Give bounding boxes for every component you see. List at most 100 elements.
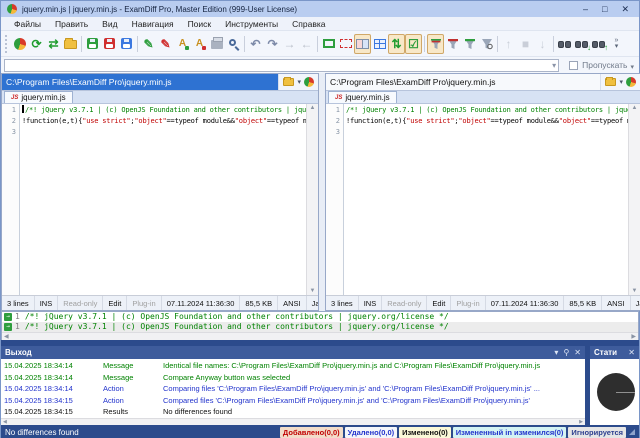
scroll-down-icon: ▼ (310, 288, 316, 294)
filter-added-button[interactable] (461, 34, 478, 54)
current-diff-button[interactable]: ■ (517, 34, 534, 54)
inspector-row[interactable]: →1/*! jQuery v3.7.1 | (c) OpenJS Foundat… (2, 312, 638, 322)
table-view-button[interactable] (371, 34, 388, 54)
output-menu-icon[interactable]: ▾ (554, 348, 558, 357)
go-forward-button[interactable]: → (281, 34, 298, 54)
show-first-pane-button[interactable] (320, 34, 337, 54)
menu-item-5[interactable]: Инструменты (218, 19, 285, 29)
filter-bar: ▾ Пропускать ▾ (1, 57, 639, 73)
status-item-1: INS (359, 296, 383, 310)
log-row[interactable]: 15.04.2025 18:34:14MessageCompare Anyway… (1, 372, 585, 384)
go-back-button[interactable]: ← (298, 34, 315, 54)
right-code-editor[interactable]: /*! jQuery v3.7.1 | (c) OpenJS Foundatio… (344, 104, 628, 295)
resize-grip[interactable] (629, 429, 635, 435)
show-identical-button[interactable]: ☑ (405, 34, 422, 54)
save-second-button[interactable] (101, 34, 118, 54)
compare-icon[interactable] (626, 77, 636, 87)
menu-item-2[interactable]: Вид (95, 19, 124, 29)
open-right-file-icon[interactable] (605, 78, 616, 86)
right-pane-statusbar: 3 linesINSRead-onlyEditPlug-in07.11.2024… (326, 295, 640, 310)
recompare-swap-button[interactable]: ⇄ (45, 34, 62, 54)
log-row[interactable]: 15.04.2025 18:34:14MessageIdentical file… (1, 360, 585, 372)
redo-button[interactable]: ↷ (264, 34, 281, 54)
diff-count-badge-1: Удалено(0,0) (345, 427, 398, 438)
show-differences-button[interactable]: ⇅ (388, 34, 405, 54)
status-item-8: JavaScript (631, 296, 640, 310)
left-scrollbar[interactable]: ▲▼ (306, 104, 318, 295)
rename-first-button[interactable]: A (174, 34, 191, 54)
right-pane-header: C:\Program Files\ExamDiff Pro\jquery.min… (326, 74, 640, 91)
inspector-hscrollbar[interactable]: ◀▶ (2, 332, 638, 340)
output-close-icon[interactable]: ✕ (574, 348, 581, 357)
right-tab-bar: JS jquery.min.js (326, 91, 640, 104)
save-both-button[interactable] (118, 34, 135, 54)
log-row[interactable]: 15.04.2025 18:34:14ActionComparing files… (1, 383, 585, 395)
code-line-3 (346, 127, 628, 138)
output-panel: Выход ▾ ⚲ ✕ 15.04.2025 18:34:14MessageId… (1, 346, 585, 425)
compare-icon[interactable] (304, 77, 314, 87)
right-file-tab[interactable]: JS jquery.min.js (328, 91, 397, 103)
skip-dropdown-icon[interactable]: ▾ (630, 63, 634, 71)
log-row[interactable]: 15.04.2025 18:34:15ActionCompared files … (1, 395, 585, 407)
output-pin-icon[interactable]: ⚲ (563, 348, 569, 357)
right-line-numbers: 123 (326, 104, 344, 295)
find-prev-button[interactable]: ↑ (590, 34, 607, 54)
filter-search-button[interactable] (478, 34, 495, 54)
title-bar[interactable]: jquery.min.js | jquery.min.js - ExamDiff… (1, 1, 639, 17)
left-code-editor[interactable]: /*! jQuery v3.7.1 | (c) OpenJS Foundatio… (20, 104, 306, 295)
toolbar-overflow-button[interactable]: »▾ (607, 34, 624, 54)
next-diff-button[interactable]: ↓ (534, 34, 551, 54)
compare-button[interactable] (11, 34, 28, 54)
filter-all-diffs-button[interactable] (427, 34, 444, 54)
menu-item-4[interactable]: Поиск (181, 19, 219, 29)
open-files-button[interactable] (62, 34, 79, 54)
show-second-pane-button[interactable] (337, 34, 354, 54)
status-message: No differences found (5, 428, 280, 437)
stats-close-icon[interactable]: ✕ (628, 348, 635, 357)
log-row[interactable]: 15.04.2025 18:34:15ResultsNo differences… (1, 406, 585, 418)
left-pane-header: C:\Program Files\ExamDiff Pro\jquery.min… (2, 74, 318, 91)
status-item-7: ANSI (278, 296, 307, 310)
menu-item-3[interactable]: Навигация (125, 19, 181, 29)
diff-count-badge-0: Добавлено(0,0) (280, 427, 343, 438)
left-file-path[interactable]: C:\Program Files\ExamDiff Pro\jquery.min… (2, 74, 278, 90)
output-header: Выход ▾ ⚲ ✕ (1, 346, 585, 359)
left-path-dropdown-icon[interactable]: ▾ (297, 78, 301, 86)
chevron-down-icon: ▾ (552, 61, 558, 70)
menu-item-6[interactable]: Справка (285, 19, 332, 29)
refresh-button[interactable]: ⟳ (28, 34, 45, 54)
code-line-2: !function(e,t){"use strict";"object"==ty… (346, 116, 628, 127)
search-button[interactable] (225, 34, 242, 54)
open-left-file-icon[interactable] (283, 78, 294, 86)
line-inspector: →1/*! jQuery v3.7.1 | (c) OpenJS Foundat… (1, 311, 639, 340)
split-view-button[interactable] (354, 34, 371, 54)
menu-item-0[interactable]: Файлы (7, 19, 48, 29)
skip-checkbox[interactable] (569, 61, 578, 70)
output-hscrollbar[interactable]: ◀▶ (1, 418, 585, 425)
find-button[interactable] (556, 34, 573, 54)
right-scrollbar[interactable]: ▲▼ (628, 104, 640, 295)
edit-second-button[interactable]: ✎ (157, 34, 174, 54)
left-pane-statusbar: 3 linesINSRead-onlyEditPlug-in07.11.2024… (2, 295, 318, 310)
filter-deleted-button[interactable] (444, 34, 461, 54)
diff-nav-icon: → (4, 313, 12, 321)
print-button[interactable] (208, 34, 225, 54)
status-item-4: Plug-in (127, 296, 161, 310)
right-path-dropdown-icon[interactable]: ▾ (619, 78, 623, 86)
rename-second-button[interactable]: A (191, 34, 208, 54)
inspector-row[interactable]: →1/*! jQuery v3.7.1 | (c) OpenJS Foundat… (2, 322, 638, 332)
minimize-button[interactable]: – (583, 4, 588, 14)
right-file-path[interactable]: C:\Program Files\ExamDiff Pro\jquery.min… (326, 74, 600, 90)
left-file-tab[interactable]: JS jquery.min.js (4, 91, 73, 103)
status-item-6: 85,5 KB (240, 296, 278, 310)
edit-first-button[interactable]: ✎ (140, 34, 157, 54)
close-button[interactable]: ✕ (621, 4, 629, 14)
menu-item-1[interactable]: Править (48, 19, 95, 29)
undo-button[interactable]: ↶ (247, 34, 264, 54)
filter-combobox[interactable]: ▾ (4, 59, 559, 72)
prev-diff-button[interactable]: ↑ (500, 34, 517, 54)
text-caret (22, 105, 24, 113)
find-next-button[interactable]: ↓ (573, 34, 590, 54)
save-first-button[interactable] (84, 34, 101, 54)
maximize-button[interactable]: □ (602, 4, 607, 14)
